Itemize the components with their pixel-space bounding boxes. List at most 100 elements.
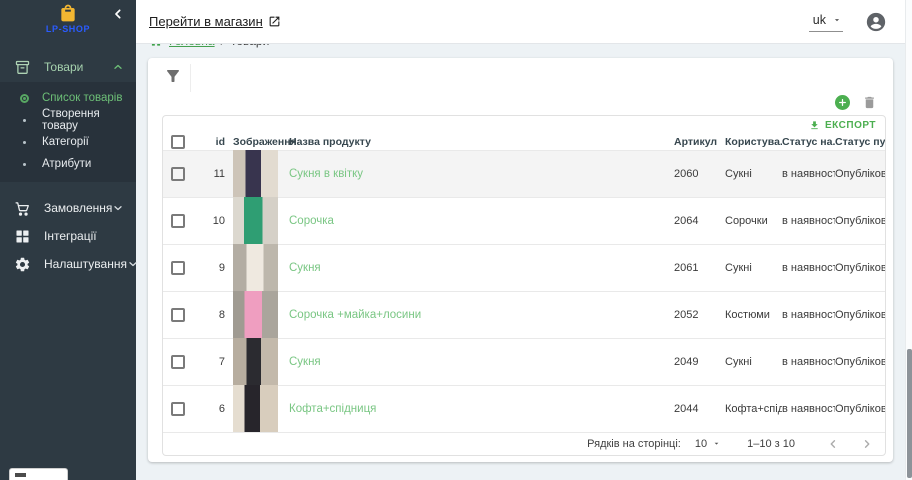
- product-image[interactable]: [233, 291, 278, 338]
- cell-id: 8: [201, 309, 225, 321]
- product-name-link[interactable]: Сорочка: [289, 215, 334, 227]
- cell-sku: 2060: [674, 168, 725, 180]
- cell-id: 9: [201, 262, 225, 274]
- select-all-checkbox[interactable]: [171, 135, 185, 149]
- chevron-right-icon: [860, 437, 874, 451]
- bullet-dot-icon: [17, 119, 31, 122]
- column-header-availability: Статус на...: [782, 136, 835, 148]
- row-checkbox[interactable]: [171, 214, 185, 228]
- product-name-link[interactable]: Сукня в квітку: [289, 168, 363, 180]
- previous-page-button[interactable]: [823, 434, 843, 454]
- language-select[interactable]: uk: [809, 11, 843, 32]
- cell-availability: в наявності: [782, 262, 835, 274]
- column-header-publication: Статус пу...: [835, 136, 885, 148]
- chevron-down-icon: [112, 202, 124, 214]
- shopping-bag-icon: [58, 3, 78, 23]
- topbar-right: uk: [809, 11, 905, 33]
- product-image[interactable]: [233, 197, 278, 244]
- account-icon: [865, 11, 887, 33]
- row-checkbox[interactable]: [171, 355, 185, 369]
- sidebar-item-label: Замовлення: [44, 201, 112, 215]
- product-name-link[interactable]: Сукня: [289, 262, 321, 274]
- cell-availability: в наявності: [782, 168, 835, 180]
- store-link-label: Перейти в магазин: [149, 14, 263, 29]
- cell-id: 7: [201, 356, 225, 368]
- cell-publication: Опубліковано: [835, 215, 885, 227]
- cell-availability: в наявності: [782, 309, 835, 321]
- cell-category: Сорочки: [725, 215, 782, 227]
- column-header-id: id: [201, 136, 225, 148]
- cell-publication: Опубліковано: [835, 262, 885, 274]
- delete-button[interactable]: [862, 95, 877, 110]
- funnel-icon: [164, 67, 182, 85]
- trash-icon: [862, 95, 877, 110]
- chevron-left-icon: [826, 437, 840, 451]
- cart-icon: [14, 200, 31, 217]
- sidebar-item-products[interactable]: Товари: [0, 52, 136, 82]
- row-checkbox[interactable]: [171, 308, 185, 322]
- cell-category: Сукні: [725, 262, 782, 274]
- cell-availability: в наявності: [782, 403, 835, 415]
- products-table: ЕКСПОРТ id Зображення Назва продукту Арт…: [162, 115, 886, 456]
- sidebar-collapse-button[interactable]: [110, 6, 126, 22]
- cell-availability: в наявності: [782, 215, 835, 227]
- table-header-row: id Зображення Назва продукту Артикул Кор…: [163, 135, 885, 150]
- product-image[interactable]: [233, 338, 278, 385]
- cell-availability: в наявності: [782, 356, 835, 368]
- column-header-name: Назва продукту: [279, 136, 674, 148]
- language-code: uk: [813, 13, 826, 27]
- sidebar-item-settings[interactable]: Налаштування: [0, 250, 136, 278]
- cell-sku: 2049: [674, 356, 725, 368]
- sidebar-subitem-label: Категорії: [42, 136, 89, 148]
- sidebar-item-orders[interactable]: Замовлення: [0, 194, 136, 222]
- product-name-link[interactable]: Кофта+спідниця: [289, 403, 376, 415]
- account-button[interactable]: [865, 11, 887, 33]
- table-row: 9 Сукня 2061 Сукні в наявності Опубліков…: [163, 244, 885, 291]
- filter-button[interactable]: [164, 67, 182, 85]
- sidebar: LP-SHOP Товари Список товарів: [0, 0, 136, 480]
- product-image[interactable]: [233, 244, 278, 291]
- cell-category: Кофта+спідниц: [725, 403, 782, 415]
- inventory-box-icon: [14, 59, 31, 76]
- scrollbar-thumb[interactable]: [907, 349, 912, 478]
- table-pagination: Рядків на сторінці: 10 1–10 з 10: [163, 432, 885, 455]
- column-header-image: Зображення: [225, 135, 279, 150]
- products-submenu: Список товарів Створення товару Категорі…: [0, 82, 136, 182]
- rows-per-page-select[interactable]: 10: [695, 438, 721, 450]
- product-image[interactable]: [233, 150, 278, 197]
- go-to-store-link[interactable]: Перейти в магазин: [149, 14, 281, 29]
- cell-category: Костюми: [725, 309, 782, 321]
- add-product-button[interactable]: [835, 95, 850, 110]
- radio-selected-icon: [17, 94, 31, 103]
- row-checkbox[interactable]: [171, 402, 185, 416]
- cell-sku: 2052: [674, 309, 725, 321]
- sidebar-item-integrations[interactable]: Інтеграції: [0, 222, 136, 250]
- table-row: 7 Сукня 2049 Сукні в наявності Опубліков…: [163, 338, 885, 385]
- sidebar-item-label: Інтеграції: [44, 229, 124, 243]
- sidebar-subitem-label: Створення товару: [42, 108, 126, 132]
- sidebar-subitem-label: Атрибути: [42, 158, 91, 170]
- column-header-category: Користува...: [725, 136, 782, 148]
- table-row: 8 Сорочка +майка+лосини 2052 Костюми в н…: [163, 291, 885, 338]
- gear-icon: [14, 256, 31, 273]
- column-header-sku: Артикул: [674, 136, 725, 148]
- sidebar-item-label: Налаштування: [44, 257, 127, 271]
- cell-category: Сукні: [725, 168, 782, 180]
- export-button[interactable]: ЕКСПОРТ: [163, 116, 885, 135]
- rows-per-page-label: Рядків на сторінці:: [587, 438, 681, 450]
- logo-text: LP-SHOP: [0, 24, 136, 34]
- download-icon: [809, 120, 820, 131]
- sidebar-item-product-list[interactable]: Список товарів: [0, 87, 136, 109]
- next-page-button[interactable]: [857, 434, 877, 454]
- product-image[interactable]: [233, 385, 278, 432]
- row-checkbox[interactable]: [171, 167, 185, 181]
- dropdown-arrow-icon: [832, 15, 842, 25]
- product-name-link[interactable]: Сорочка +майка+лосини: [289, 309, 421, 321]
- product-name-link[interactable]: Сукня: [289, 356, 321, 368]
- cell-category: Сукні: [725, 356, 782, 368]
- sidebar-item-attributes[interactable]: Атрибути: [0, 153, 136, 175]
- row-checkbox[interactable]: [171, 261, 185, 275]
- cell-publication: Опубліковано: [835, 403, 885, 415]
- sidebar-item-categories[interactable]: Категорії: [0, 131, 136, 153]
- sidebar-item-create-product[interactable]: Створення товару: [0, 109, 136, 131]
